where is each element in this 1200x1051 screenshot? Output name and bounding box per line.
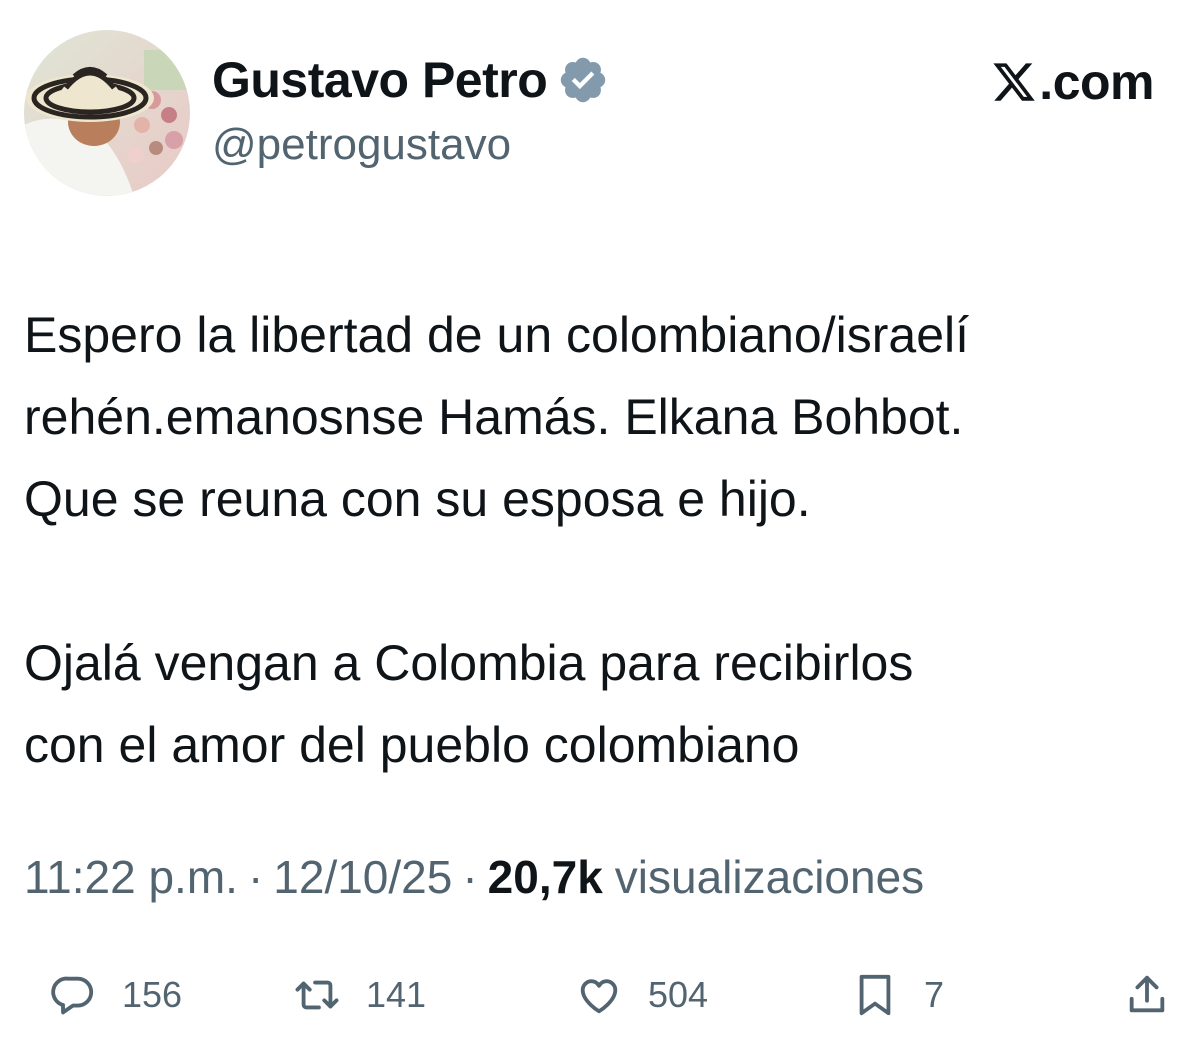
reply-button[interactable]: 156	[50, 960, 182, 1030]
retweet-icon	[294, 972, 340, 1018]
author-handle[interactable]: @petrogustavo	[212, 120, 511, 170]
tweet-line: rehén.emanosnse Hamás. Elkana Bohbot.	[24, 389, 964, 445]
tweet-text: Espero la libertad de un colombiano/isra…	[24, 294, 1174, 786]
bookmark-count: 7	[924, 974, 945, 1015]
views-label: visualizaciones	[614, 851, 925, 903]
tweet-time[interactable]: 11:22 p.m.	[24, 850, 238, 904]
x-logo-icon	[991, 59, 1037, 105]
tweet-line: Ojalá vengan a Colombia para recibirlos	[24, 635, 914, 691]
share-icon	[1124, 972, 1170, 1018]
reply-icon	[50, 972, 96, 1018]
avatar-image	[24, 30, 190, 196]
like-button[interactable]: 504	[576, 960, 708, 1030]
retweet-count: 141	[366, 974, 427, 1015]
tweet-meta: 11:22 p.m. · 12/10/25 · 20,7k visualizac…	[24, 850, 924, 904]
tweet-line: con el amor del pueblo colombiano	[24, 717, 800, 773]
tweet-line: Espero la libertad de un colombiano/isra…	[24, 307, 969, 363]
tweet-line: Que se reuna con su esposa e hijo.	[24, 471, 811, 527]
like-count: 504	[648, 974, 709, 1015]
share-button[interactable]	[1124, 960, 1170, 1030]
display-name[interactable]: Gustavo Petro	[212, 51, 548, 109]
avatar[interactable]	[24, 30, 190, 196]
heart-icon	[576, 972, 622, 1018]
reply-count: 156	[122, 974, 183, 1015]
verified-badge-icon	[557, 54, 609, 106]
source-label: .com	[991, 54, 1154, 110]
tweet-date[interactable]: 12/10/25	[273, 850, 452, 904]
views-count: 20,7k	[487, 851, 603, 903]
action-bar: 156 141 504 7	[0, 960, 1200, 1030]
meta-separator: ·	[247, 851, 264, 903]
source-domain: .com	[1039, 54, 1154, 110]
meta-separator: ·	[462, 851, 478, 903]
bookmark-button[interactable]: 7	[852, 960, 944, 1030]
bookmark-icon	[852, 972, 898, 1018]
tweet-card: Gustavo Petro @petrogustavo .com Espero …	[0, 0, 1200, 1051]
retweet-button[interactable]: 141	[294, 960, 426, 1030]
author-name-row: Gustavo Petro	[212, 48, 609, 112]
